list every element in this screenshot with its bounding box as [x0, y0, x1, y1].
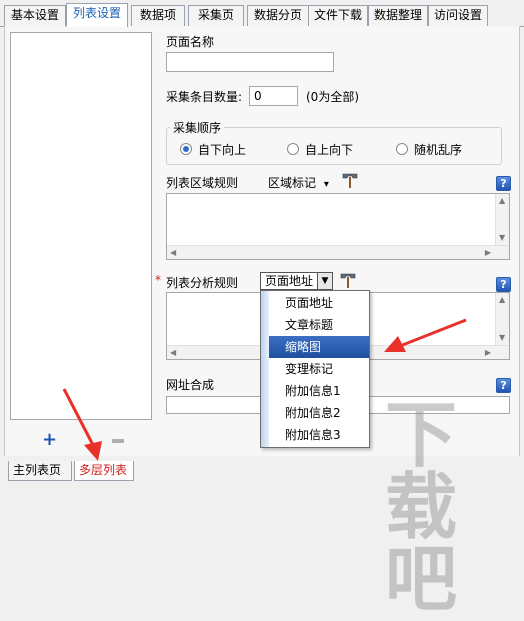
tab-file-download[interactable]: 文件下载 — [308, 5, 368, 26]
item-count-hint: (0为全部) — [306, 90, 359, 104]
analysis-rule-dropdown: 页面地址 文章标题 缩略图 变理标记 附加信息1 附加信息2 附加信息3 — [260, 290, 370, 448]
remove-button[interactable] — [112, 439, 124, 443]
area-rule-hscroll[interactable]: ◀ ▶ — [167, 245, 509, 259]
dropdown-arrow-icon[interactable]: ▼ — [317, 273, 332, 289]
tab-data-items[interactable]: 数据项 — [131, 5, 185, 26]
area-rule-vscroll[interactable]: ▲ ▼ — [495, 194, 509, 245]
analysis-rule-select-value: 页面地址 — [265, 274, 314, 288]
area-rule-label: 列表区域规则 — [166, 176, 239, 190]
annotation-arrow-left — [62, 388, 102, 461]
tab-access-settings[interactable]: 访问设置 — [428, 5, 488, 26]
radio-bottom-up[interactable] — [180, 143, 192, 155]
radio-bottom-up-label: 自下向上 — [198, 143, 247, 157]
dropdown-option-variable-mark[interactable]: 变理标记 — [269, 358, 369, 380]
dropdown-option-extra-1[interactable]: 附加信息1 — [269, 380, 369, 402]
hammer-icon[interactable] — [341, 171, 359, 189]
help-icon-area[interactable]: ? — [496, 176, 511, 191]
tab-data-paging[interactable]: 数据分页 — [247, 5, 309, 26]
radio-top-down-label: 自上向下 — [305, 143, 354, 157]
analysis-rule-vscroll[interactable]: ▲ ▼ — [495, 293, 509, 345]
area-mark-label: 区域标记 — [268, 176, 317, 190]
dropdown-option-thumbnail[interactable]: 缩略图 — [269, 336, 369, 358]
annotation-arrow-right — [384, 318, 467, 352]
dropdown-option-extra-2[interactable]: 附加信息2 — [269, 402, 369, 424]
radio-top-down[interactable] — [287, 143, 299, 155]
analysis-rule-label: 列表分析规则 — [166, 276, 239, 290]
tab-list-settings[interactable]: 列表设置 — [66, 3, 128, 27]
list-pages-box[interactable] — [10, 32, 152, 420]
dropdown-option-page-url[interactable]: 页面地址 — [269, 292, 369, 314]
page-name-label: 页面名称 — [166, 35, 215, 49]
help-icon-analysis[interactable]: ? — [496, 277, 511, 292]
help-icon-url[interactable]: ? — [496, 378, 511, 393]
analysis-rule-select[interactable]: 页面地址 ▼ — [260, 272, 333, 290]
radio-random[interactable] — [396, 143, 408, 155]
area-rule-textarea[interactable]: ▲ ▼ ◀ ▶ — [166, 193, 510, 260]
dropdown-strip — [261, 291, 269, 447]
order-group-title: 采集顺序 — [170, 119, 225, 136]
tab-data-cleanup[interactable]: 数据整理 — [368, 5, 428, 26]
dropdown-option-article-title[interactable]: 文章标题 — [269, 314, 369, 336]
tab-basic-settings[interactable]: 基本设置 — [4, 5, 66, 26]
radio-random-label: 随机乱序 — [414, 143, 463, 157]
item-count-input[interactable]: 0 — [249, 86, 298, 106]
tab-collect-page[interactable]: 采集页 — [188, 5, 244, 26]
item-count-label: 采集条目数量: — [166, 90, 243, 104]
add-button[interactable]: + — [42, 431, 57, 449]
page-name-input[interactable] — [166, 52, 334, 72]
hammer-icon[interactable] — [339, 271, 357, 289]
dropdown-option-extra-3[interactable]: 附加信息3 — [269, 424, 369, 446]
chevron-down-icon: ▾ — [323, 179, 329, 190]
tab-bar: 基本设置 列表设置 数据项 采集页 数据分页 文件下载 数据整理 访问设置 — [0, 0, 524, 27]
required-star: * — [155, 273, 161, 287]
area-mark-button[interactable]: 区域标记 ▾ — [268, 174, 329, 191]
url-compose-label: 网址合成 — [166, 378, 215, 392]
watermark-logo: 下载吧 — [385, 393, 457, 621]
